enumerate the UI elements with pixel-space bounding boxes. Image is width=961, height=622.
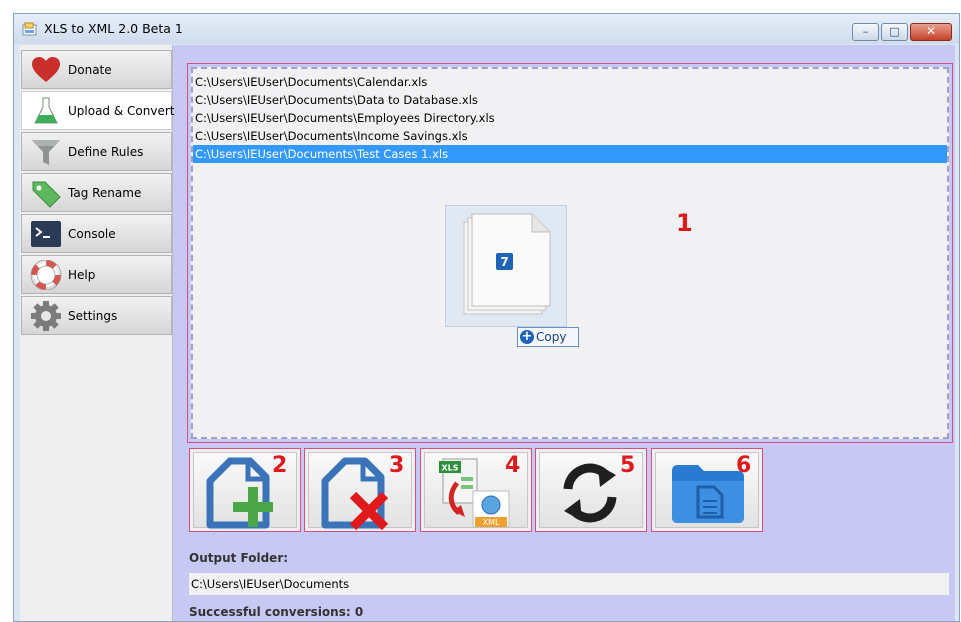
document-stack-icon: 7 bbox=[463, 213, 551, 315]
sidebar-item-label: Upload & Convert bbox=[68, 104, 175, 118]
drag-ghost: 7 bbox=[445, 205, 567, 327]
file-list-item[interactable]: C:\Users\IEUser\Documents\Calendar.xls bbox=[193, 73, 947, 91]
gear-icon bbox=[31, 301, 61, 331]
maximize-button[interactable]: □ bbox=[881, 23, 908, 41]
copy-label: Copy bbox=[536, 330, 567, 344]
refresh-icon bbox=[563, 463, 617, 523]
funnel-icon bbox=[32, 140, 60, 165]
heart-icon bbox=[32, 57, 60, 82]
file-list-item[interactable]: C:\Users\IEUser\Documents\Employees Dire… bbox=[193, 109, 947, 127]
sidebar-item-donate[interactable]: Donate bbox=[21, 50, 172, 89]
app-icon bbox=[22, 22, 37, 36]
flask-icon bbox=[34, 97, 58, 124]
terminal-icon bbox=[31, 221, 61, 247]
app-window: XLS to XML 2.0 Beta 1 – □ ✕ Donate Uploa… bbox=[13, 13, 960, 622]
add-files-button[interactable]: 2 bbox=[189, 448, 301, 532]
sidebar-item-label: Help bbox=[68, 268, 96, 282]
refresh-button[interactable]: 5 bbox=[535, 448, 647, 532]
minimize-button[interactable]: – bbox=[852, 23, 879, 41]
file-list-panel[interactable]: C:\Users\IEUser\Documents\Calendar.xls C… bbox=[191, 67, 949, 439]
sidebar-item-settings[interactable]: Settings bbox=[21, 296, 172, 335]
copy-tooltip: + Copy bbox=[517, 327, 579, 347]
client-area: Donate Upload & Convert Define Rules Tag… bbox=[20, 45, 955, 621]
file-list-item[interactable]: C:\Users\IEUser\Documents\Data to Databa… bbox=[193, 91, 947, 109]
remove-files-button[interactable]: 3 bbox=[304, 448, 416, 532]
annotation-number: 2 bbox=[272, 453, 288, 478]
sidebar-item-label: Donate bbox=[68, 63, 112, 77]
sidebar-item-tag-rename[interactable]: Tag Rename bbox=[21, 173, 172, 212]
sidebar-item-label: Tag Rename bbox=[68, 186, 142, 200]
convert-button[interactable]: XLS XML 4 bbox=[420, 448, 532, 532]
sidebar: Donate Upload & Convert Define Rules Tag… bbox=[20, 45, 175, 621]
sidebar-item-label: Console bbox=[68, 227, 116, 241]
annotation-number: 6 bbox=[736, 453, 752, 478]
plus-icon: + bbox=[520, 329, 534, 344]
title-bar[interactable]: XLS to XML 2.0 Beta 1 – □ ✕ bbox=[14, 14, 959, 44]
sidebar-item-label: Settings bbox=[68, 309, 118, 323]
drag-count: 7 bbox=[500, 255, 508, 269]
file-list-item[interactable]: C:\Users\IEUser\Documents\Income Savings… bbox=[193, 127, 947, 145]
lifebuoy-icon bbox=[30, 260, 62, 290]
annotation-number: 3 bbox=[389, 453, 405, 478]
output-folder-label: Output Folder: bbox=[189, 551, 289, 565]
xml-badge: XML bbox=[483, 518, 500, 527]
sidebar-item-define-rules[interactable]: Define Rules bbox=[21, 132, 172, 171]
annotation-number: 4 bbox=[505, 453, 521, 478]
sidebar-item-help[interactable]: Help bbox=[21, 255, 172, 294]
xls-badge: XLS bbox=[441, 464, 458, 473]
sidebar-item-label: Define Rules bbox=[68, 145, 144, 159]
file-list-item-selected[interactable]: C:\Users\IEUser\Documents\Test Cases 1.x… bbox=[193, 145, 947, 163]
file-list[interactable]: C:\Users\IEUser\Documents\Calendar.xls C… bbox=[193, 73, 947, 163]
output-folder-field[interactable]: C:\Users\IEUser\Documents bbox=[189, 573, 949, 595]
conversion-status: Successful conversions: 0 bbox=[189, 605, 364, 619]
sidebar-item-upload-convert[interactable]: Upload & Convert bbox=[21, 91, 175, 130]
open-output-folder-button[interactable]: 6 bbox=[651, 448, 763, 532]
sidebar-item-console[interactable]: Console bbox=[21, 214, 172, 253]
annotation-number: 5 bbox=[620, 453, 636, 478]
drop-zone[interactable]: C:\Users\IEUser\Documents\Calendar.xls C… bbox=[187, 63, 953, 443]
annotation-number: 1 bbox=[676, 209, 693, 237]
window-title: XLS to XML 2.0 Beta 1 bbox=[44, 21, 183, 36]
tag-icon bbox=[32, 181, 61, 208]
close-button[interactable]: ✕ bbox=[910, 23, 952, 41]
